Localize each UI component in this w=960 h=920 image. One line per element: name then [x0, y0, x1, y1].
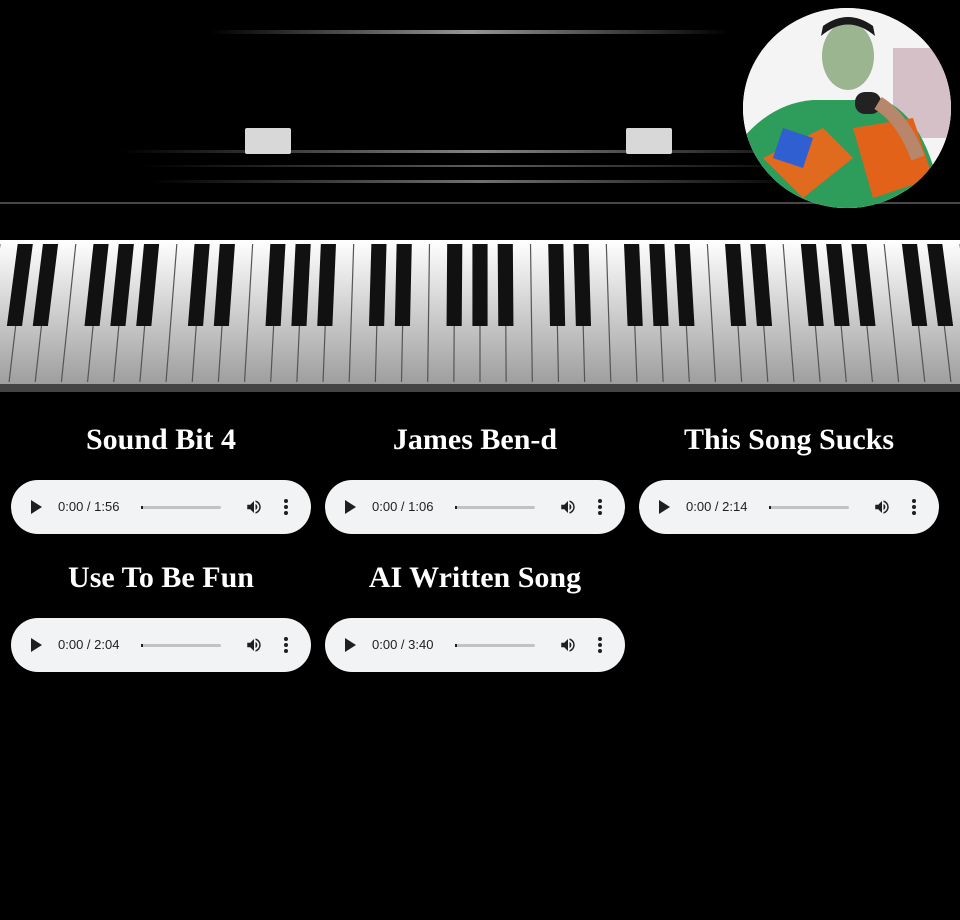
profile-avatar [743, 8, 951, 208]
audio-player[interactable]: 0:00 / 1:56 [11, 480, 311, 534]
audio-player[interactable]: 0:00 / 1:06 [325, 480, 625, 534]
hero-piano-image [0, 0, 960, 400]
more-options-icon[interactable] [283, 498, 289, 516]
track-card: Use To Be Fun 0:00 / 2:04 [11, 560, 311, 672]
volume-icon[interactable] [873, 498, 891, 516]
black-key [497, 244, 514, 326]
track-title: Sound Bit 4 [85, 423, 237, 456]
track-title: James Ben-d [392, 423, 558, 456]
more-options-icon[interactable] [911, 498, 917, 516]
time-display: 0:00 / 2:04 [58, 637, 120, 652]
track-card: James Ben-d 0:00 / 1:06 [325, 422, 625, 534]
time-display: 0:00 / 1:06 [372, 499, 434, 514]
track-title: AI Written Song [368, 561, 582, 594]
black-key [446, 244, 463, 326]
play-icon[interactable] [659, 500, 670, 514]
volume-icon[interactable] [245, 498, 263, 516]
track-title: This Song Sucks [683, 423, 895, 456]
black-key [368, 244, 387, 326]
volume-icon[interactable] [245, 636, 263, 654]
more-options-icon[interactable] [597, 498, 603, 516]
time-display: 0:00 / 1:56 [58, 499, 120, 514]
audio-player[interactable]: 0:00 / 3:40 [325, 618, 625, 672]
seek-slider[interactable] [141, 506, 221, 509]
play-icon[interactable] [31, 500, 42, 514]
volume-icon[interactable] [559, 498, 577, 516]
track-title: Use To Be Fun [68, 561, 254, 594]
time-display: 0:00 / 3:40 [372, 637, 434, 652]
seek-slider[interactable] [455, 644, 535, 647]
play-icon[interactable] [31, 638, 42, 652]
black-key [573, 244, 592, 326]
seek-slider[interactable] [769, 506, 849, 509]
volume-icon[interactable] [559, 636, 577, 654]
audio-player[interactable]: 0:00 / 2:14 [639, 480, 939, 534]
seek-slider[interactable] [141, 644, 221, 647]
track-card: This Song Sucks 0:00 / 2:14 [639, 422, 939, 534]
seek-slider[interactable] [455, 506, 535, 509]
more-options-icon[interactable] [283, 636, 289, 654]
avatar-photo [743, 8, 951, 208]
track-card: Sound Bit 4 0:00 / 1:56 [11, 422, 311, 534]
play-icon[interactable] [345, 500, 356, 514]
track-card: AI Written Song 0:00 / 3:40 [325, 560, 625, 672]
black-key [394, 244, 412, 326]
more-options-icon[interactable] [597, 636, 603, 654]
play-icon[interactable] [345, 638, 356, 652]
time-display: 0:00 / 2:14 [686, 499, 748, 514]
black-key [548, 244, 566, 326]
black-key [472, 244, 488, 326]
audio-player[interactable]: 0:00 / 2:04 [11, 618, 311, 672]
